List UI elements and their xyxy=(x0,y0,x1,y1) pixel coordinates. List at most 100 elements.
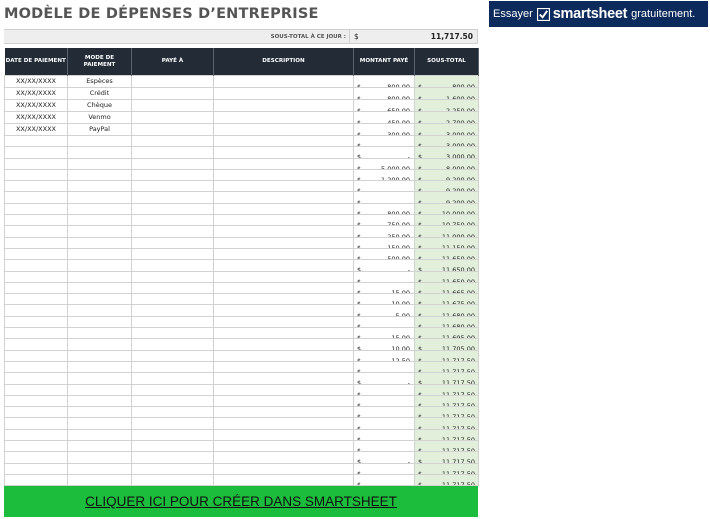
cell-date[interactable]: XX/XX/XXXX xyxy=(4,111,68,124)
cell-mode[interactable] xyxy=(67,383,132,396)
cell-mode[interactable] xyxy=(67,304,132,317)
cell-amount[interactable]: $1,200.00 xyxy=(353,168,415,182)
cell-amount[interactable]: $ - xyxy=(353,372,415,385)
cell-date[interactable]: XX/XX/XXXX xyxy=(4,99,68,112)
cell-amount[interactable]: $5,000.00 xyxy=(353,157,415,170)
cell-mode[interactable] xyxy=(67,270,132,283)
cell-description[interactable] xyxy=(213,225,354,238)
cell-mode[interactable]: Venmo xyxy=(67,111,132,124)
cell-payee[interactable] xyxy=(131,123,214,136)
cell-description[interactable] xyxy=(213,75,354,88)
cell-payee[interactable] xyxy=(131,406,214,419)
cell-amount[interactable]: $300.00 xyxy=(353,123,415,136)
cell-payee[interactable] xyxy=(131,111,214,124)
cell-mode[interactable] xyxy=(67,146,132,159)
cell-amount[interactable]: $ - xyxy=(353,134,415,148)
cell-description[interactable] xyxy=(213,315,354,329)
cell-mode[interactable] xyxy=(67,338,132,351)
cell-date[interactable] xyxy=(4,247,68,261)
cell-mode[interactable] xyxy=(67,349,132,362)
cell-date[interactable] xyxy=(4,383,68,396)
cell-description[interactable] xyxy=(213,451,354,464)
cell-payee[interactable] xyxy=(131,428,214,442)
cell-amount[interactable]: $ - xyxy=(353,180,415,193)
cell-payee[interactable] xyxy=(131,338,214,351)
cell-description[interactable] xyxy=(213,157,354,170)
cell-amount[interactable]: $ - xyxy=(353,406,415,419)
cell-amount[interactable]: $450.00 xyxy=(353,111,415,124)
cell-mode[interactable] xyxy=(67,327,132,340)
cell-payee[interactable] xyxy=(131,440,214,453)
cell-description[interactable] xyxy=(213,191,354,204)
cell-date[interactable] xyxy=(4,327,68,340)
cell-mode[interactable] xyxy=(67,473,132,487)
cell-mode[interactable] xyxy=(67,360,132,374)
cell-payee[interactable] xyxy=(131,168,214,182)
cell-mode[interactable] xyxy=(67,417,132,430)
cell-description[interactable] xyxy=(213,327,354,340)
cell-description[interactable] xyxy=(213,383,354,396)
cell-amount[interactable]: $650.00 xyxy=(353,99,415,112)
cell-payee[interactable] xyxy=(131,157,214,170)
cell-amount[interactable]: $ - xyxy=(353,473,415,487)
cell-mode[interactable] xyxy=(67,202,132,216)
cell-payee[interactable] xyxy=(131,191,214,204)
cell-date[interactable] xyxy=(4,180,68,193)
cell-description[interactable] xyxy=(213,360,354,374)
cell-date[interactable] xyxy=(4,157,68,170)
cell-payee[interactable] xyxy=(131,417,214,430)
cell-date[interactable] xyxy=(4,394,68,408)
smartsheet-promo-banner[interactable]: Essayer smartsheet gratuitement. xyxy=(489,1,708,27)
cell-payee[interactable] xyxy=(131,372,214,385)
cell-mode[interactable] xyxy=(67,281,132,295)
cell-description[interactable] xyxy=(213,440,354,453)
cell-payee[interactable] xyxy=(131,349,214,362)
cell-amount[interactable]: $150.00 xyxy=(353,236,415,249)
cell-description[interactable] xyxy=(213,473,354,487)
cell-description[interactable] xyxy=(213,349,354,362)
cell-date[interactable] xyxy=(4,349,68,362)
cell-mode[interactable] xyxy=(67,259,132,272)
cell-payee[interactable] xyxy=(131,383,214,396)
cell-amount[interactable]: $ - xyxy=(353,451,415,464)
cell-payee[interactable] xyxy=(131,146,214,159)
cell-payee[interactable] xyxy=(131,394,214,408)
cell-date[interactable] xyxy=(4,372,68,385)
cell-mode[interactable] xyxy=(67,406,132,419)
cell-description[interactable] xyxy=(213,293,354,306)
cell-amount[interactable]: $ - xyxy=(353,146,415,159)
cell-description[interactable] xyxy=(213,111,354,124)
cell-mode[interactable] xyxy=(67,247,132,261)
cell-date[interactable] xyxy=(4,214,68,227)
cell-payee[interactable] xyxy=(131,225,214,238)
cell-date[interactable]: XX/XX/XXXX xyxy=(4,75,68,88)
cell-description[interactable] xyxy=(213,202,354,216)
cell-description[interactable] xyxy=(213,304,354,317)
cell-description[interactable] xyxy=(213,236,354,249)
cell-date[interactable] xyxy=(4,473,68,487)
cell-date[interactable] xyxy=(4,304,68,317)
cell-amount[interactable]: $15.00 xyxy=(353,281,415,295)
cell-payee[interactable] xyxy=(131,87,214,100)
cell-description[interactable] xyxy=(213,134,354,148)
cell-amount[interactable]: $ - xyxy=(353,315,415,329)
cell-description[interactable] xyxy=(213,259,354,272)
cell-mode[interactable]: Chèque xyxy=(67,99,132,112)
cell-amount[interactable]: $800.00 xyxy=(353,202,415,216)
cell-amount[interactable]: $ - xyxy=(353,417,415,430)
cell-date[interactable] xyxy=(4,451,68,464)
cell-description[interactable] xyxy=(213,99,354,112)
create-in-smartsheet-link[interactable]: CLIQUER ICI POUR CRÉER DANS SMARTSHEET xyxy=(85,494,397,509)
cell-payee[interactable] xyxy=(131,473,214,487)
cell-payee[interactable] xyxy=(131,214,214,227)
cell-payee[interactable] xyxy=(131,75,214,88)
cell-mode[interactable]: Crédit xyxy=(67,87,132,100)
cell-amount[interactable]: $500.00 xyxy=(353,247,415,261)
cell-mode[interactable] xyxy=(67,451,132,464)
cell-date[interactable] xyxy=(4,281,68,295)
cell-mode[interactable] xyxy=(67,293,132,306)
cell-mode[interactable] xyxy=(67,157,132,170)
cell-amount[interactable]: $750.00 xyxy=(353,214,415,227)
cell-date[interactable] xyxy=(4,134,68,148)
cell-description[interactable] xyxy=(213,87,354,100)
